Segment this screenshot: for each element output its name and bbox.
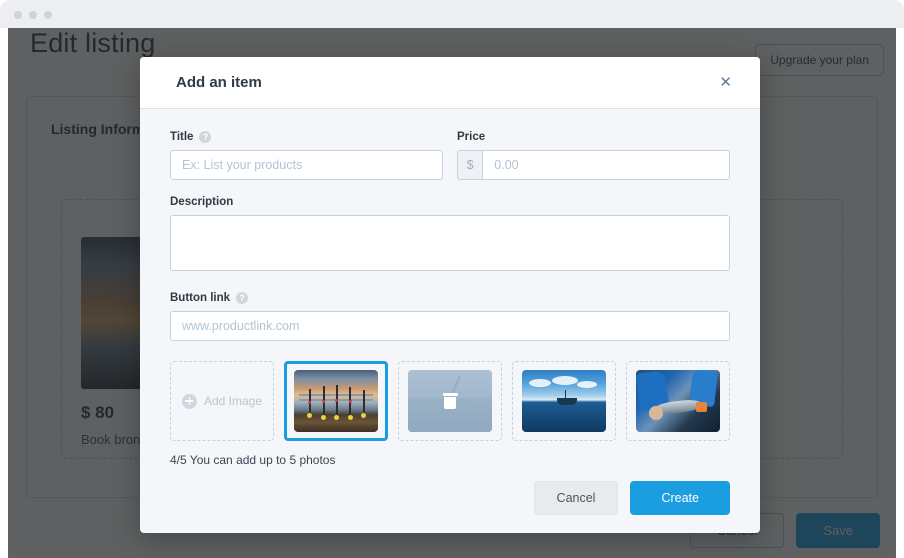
description-label-row: Description <box>170 196 730 208</box>
title-label: Title <box>170 131 194 143</box>
modal-footer: Cancel Create <box>533 481 730 515</box>
modal-header: Add an item ✕ <box>140 57 760 109</box>
help-icon[interactable]: ? <box>236 292 249 304</box>
delete-photo-overlay[interactable] <box>408 370 493 432</box>
photo-counter: 4/5 You can add up to 5 photos <box>170 453 336 467</box>
photo-thumbnail-boat-rod-hover <box>408 370 493 432</box>
photo-thumb-slot-3[interactable] <box>512 361 617 441</box>
thumbnail-art <box>294 370 379 432</box>
button-link-label: Button link <box>170 292 231 304</box>
description-label: Description <box>170 196 234 208</box>
window-titlebar <box>0 0 904 28</box>
price-input[interactable] <box>482 150 730 180</box>
modal-title: Add an item <box>176 74 262 91</box>
photo-strip: Add Image <box>170 361 730 441</box>
title-price-row: Title ? Price $ <box>170 131 730 180</box>
photo-thumbnail-boat-on-sea <box>522 370 607 432</box>
button-link-label-row: Button link ? <box>170 292 730 304</box>
add-image-slot[interactable]: Add Image <box>170 361 274 441</box>
photo-thumb-slot-2[interactable] <box>398 361 503 441</box>
description-field-group: Description <box>170 196 730 276</box>
add-image-label: Add Image <box>203 394 262 408</box>
photo-thumbnail-angler-holding-fish <box>636 370 720 432</box>
photo-thumb-slot-1[interactable] <box>283 361 389 441</box>
thumbnail-art <box>522 370 607 432</box>
title-field-group: Title ? <box>170 131 443 180</box>
price-label: Price <box>457 131 486 143</box>
window-minimize-dot[interactable] <box>29 11 37 19</box>
plus-circle-icon <box>181 393 197 409</box>
button-link-field-group: Button link ? <box>170 292 730 341</box>
window-maximize-dot[interactable] <box>44 11 52 19</box>
price-label-row: Price <box>457 131 730 143</box>
add-item-modal: Add an item ✕ Title ? Price $ <box>140 57 760 533</box>
help-icon[interactable]: ? <box>199 131 212 143</box>
window-controls[interactable] <box>14 11 52 19</box>
add-image-inner: Add Image <box>181 393 262 409</box>
trash-icon[interactable] <box>442 393 458 409</box>
button-link-input[interactable] <box>170 311 730 341</box>
browser-window: Edit listing Upgrade your plan Listing I… <box>0 0 904 558</box>
title-label-row: Title ? <box>170 131 443 143</box>
price-field-group: Price $ <box>457 131 730 180</box>
create-button[interactable]: Create <box>630 481 730 515</box>
currency-prefix: $ <box>457 150 483 180</box>
thumbnail-art <box>636 370 720 432</box>
description-input[interactable] <box>170 215 730 271</box>
price-input-wrap: $ <box>457 150 730 180</box>
modal-body: Title ? Price $ Descrip <box>140 109 760 467</box>
window-close-dot[interactable] <box>14 11 22 19</box>
photo-thumbnail-pier-fishing-rods <box>294 370 379 432</box>
title-input[interactable] <box>170 150 443 180</box>
photo-thumb-slot-4[interactable] <box>626 361 730 441</box>
close-icon[interactable]: ✕ <box>713 71 738 94</box>
cancel-button[interactable]: Cancel <box>533 481 619 515</box>
